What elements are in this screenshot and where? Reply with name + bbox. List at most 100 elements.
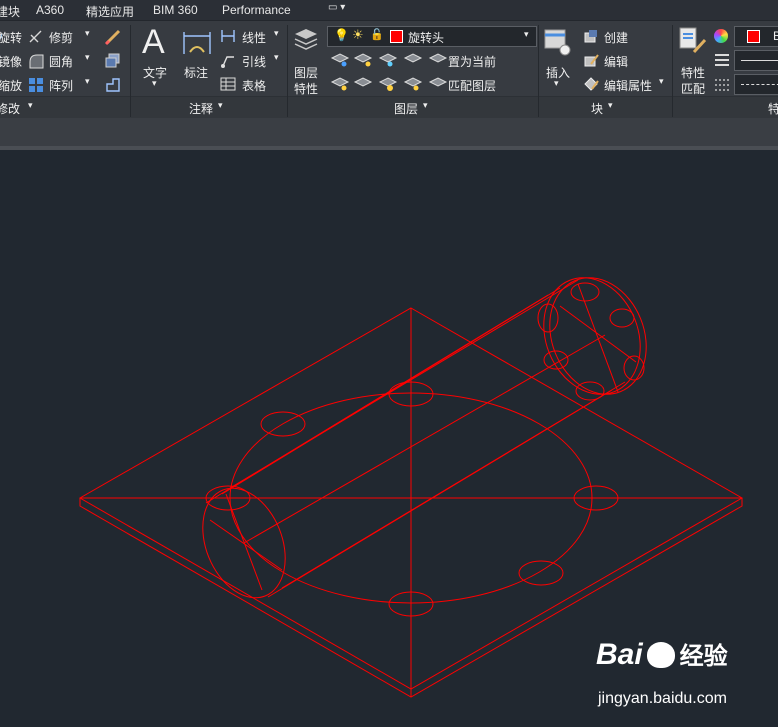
insert-block-icon bbox=[544, 29, 571, 56]
mirror-button[interactable]: 镜像 bbox=[0, 53, 22, 70]
trim-icon bbox=[29, 30, 42, 43]
modify-group-expand-icon[interactable]: ▾ bbox=[28, 100, 33, 111]
tab-performance[interactable]: Performance bbox=[222, 3, 291, 17]
cylinder-back-end bbox=[543, 277, 641, 395]
dimension-icon bbox=[183, 32, 211, 54]
layer-dropdown-arrow-icon[interactable]: ▾ bbox=[524, 29, 529, 40]
linetype-icon bbox=[715, 79, 729, 91]
dimension-button[interactable]: 标注 bbox=[184, 64, 208, 81]
ribbon-menu-toggle-icon[interactable]: ▭ ▾ bbox=[328, 2, 345, 13]
insert-dropdown-icon[interactable]: ▾ bbox=[554, 78, 559, 89]
group-divider bbox=[287, 25, 288, 117]
color-wheel-icon bbox=[714, 29, 728, 43]
end-cross-line bbox=[559, 305, 637, 363]
match-layer-button[interactable]: 匹配图层 bbox=[448, 77, 496, 94]
trim-button[interactable]: 修剪 bbox=[49, 29, 73, 46]
tab-bim360[interactable]: BIM 360 bbox=[153, 3, 198, 17]
watermark-url: jingyan.baidu.com bbox=[598, 690, 727, 707]
rotate-button[interactable]: 旋转 bbox=[0, 29, 22, 46]
notch bbox=[537, 303, 559, 333]
leader-button[interactable]: 引线 bbox=[242, 53, 266, 70]
lightbulb-icon[interactable]: 💡 bbox=[334, 28, 349, 42]
cylinder-edge-line bbox=[267, 389, 613, 598]
layer-properties-label-2: 特性 bbox=[294, 82, 319, 96]
block-group-title[interactable]: 块 bbox=[591, 100, 603, 117]
lineweight-icon bbox=[715, 54, 729, 66]
notch bbox=[570, 282, 600, 302]
hole bbox=[518, 560, 564, 586]
leader-icon bbox=[221, 56, 234, 68]
cylinder-back-end-rim bbox=[549, 277, 647, 395]
block-group-expand-icon[interactable]: ▾ bbox=[608, 100, 613, 111]
leader-dropdown-icon[interactable]: ▾ bbox=[274, 52, 279, 63]
annotation-group-title[interactable]: 注释 bbox=[189, 100, 213, 117]
lineweight-dropdown[interactable] bbox=[734, 50, 778, 71]
layer-properties-icon bbox=[294, 29, 318, 50]
edit-block-button[interactable]: 编辑 bbox=[604, 53, 628, 70]
edit-attributes-icon bbox=[584, 77, 599, 91]
group-divider bbox=[130, 25, 131, 117]
create-block-icon bbox=[584, 30, 597, 43]
end-cross-line bbox=[577, 283, 619, 393]
layer-tool-icons[interactable] bbox=[330, 50, 530, 94]
erase-icon[interactable] bbox=[104, 28, 122, 46]
set-current-layer-button[interactable]: 置为当前 bbox=[448, 53, 496, 70]
text-dropdown-icon[interactable]: ▾ bbox=[152, 78, 157, 89]
match-properties-label-2: 匹配 bbox=[681, 82, 706, 96]
jingyan-brand-text: 经验 bbox=[679, 643, 728, 670]
annotation-group-expand-icon[interactable]: ▾ bbox=[218, 100, 223, 111]
stretch-icon[interactable] bbox=[104, 76, 122, 94]
linetype-dropdown[interactable] bbox=[734, 74, 778, 95]
group-divider bbox=[538, 25, 539, 117]
properties-group-title[interactable]: 特 bbox=[768, 100, 778, 117]
tab-block-edit[interactable]: 建块 bbox=[0, 3, 20, 20]
color-value: B bbox=[773, 29, 778, 43]
linear-dropdown-icon[interactable]: ▾ bbox=[274, 28, 279, 39]
ribbon-group-titles bbox=[0, 96, 778, 118]
layer-dropdown[interactable]: 💡 ☀ 🔓 旋转头 ▾ bbox=[327, 26, 537, 47]
file-tab-bar bbox=[0, 118, 778, 150]
trim-dropdown-icon[interactable]: ▾ bbox=[85, 28, 90, 39]
copy-icon[interactable] bbox=[104, 52, 122, 70]
layers-group-expand-icon[interactable]: ▾ bbox=[423, 100, 428, 111]
baidu-brand-text: Bai bbox=[596, 638, 643, 671]
edit-attributes-button[interactable]: 编辑属性 bbox=[604, 77, 652, 94]
match-properties-icon bbox=[679, 27, 707, 54]
fillet-icon bbox=[29, 54, 44, 69]
ribbon-tab-bar: 建块 A360 精选应用 BIM 360 Performance ▭ ▾ bbox=[0, 0, 778, 21]
sun-icon[interactable]: ☀ bbox=[352, 27, 364, 43]
linear-icon bbox=[221, 30, 235, 42]
current-layer-name: 旋转头 bbox=[408, 31, 445, 45]
layers-group-title[interactable]: 图层 bbox=[394, 100, 418, 117]
color-dropdown[interactable]: B bbox=[734, 26, 778, 47]
group-divider bbox=[672, 25, 673, 117]
edit-block-icon bbox=[584, 54, 599, 67]
scale-button[interactable]: 缩放 bbox=[0, 77, 22, 94]
edit-attributes-dropdown-icon[interactable]: ▾ bbox=[659, 76, 664, 87]
table-icon bbox=[220, 77, 236, 91]
cylinder-edge-line bbox=[229, 279, 579, 489]
create-block-button[interactable]: 创建 bbox=[604, 29, 628, 46]
linear-dimension-button[interactable]: 线性 bbox=[242, 29, 266, 46]
notch bbox=[623, 355, 645, 381]
paw-logo-icon bbox=[647, 642, 676, 668]
fillet-button[interactable]: 圆角 bbox=[49, 53, 73, 70]
cylinder-edge-line bbox=[221, 287, 561, 495]
modify-group-title[interactable]: 修改 bbox=[0, 100, 20, 117]
end-cross-line bbox=[225, 493, 263, 591]
text-icon: A bbox=[142, 23, 165, 61]
layer-color-swatch[interactable] bbox=[390, 30, 403, 43]
table-button[interactable]: 表格 bbox=[242, 77, 266, 94]
fillet-dropdown-icon[interactable]: ▾ bbox=[85, 52, 90, 63]
tab-featured-apps[interactable]: 精选应用 bbox=[86, 3, 134, 20]
layer-properties-button[interactable]: 图层 bbox=[294, 64, 318, 81]
tab-a360[interactable]: A360 bbox=[36, 3, 64, 17]
baidu-watermark: Bai 经验 bbox=[596, 636, 728, 672]
notch bbox=[609, 308, 635, 328]
match-properties-button[interactable]: 特性 bbox=[681, 64, 705, 81]
lock-icon[interactable]: 🔓 bbox=[370, 28, 384, 41]
array-icon bbox=[29, 78, 43, 92]
array-button[interactable]: 阵列 bbox=[49, 77, 73, 94]
color-swatch bbox=[747, 30, 760, 43]
array-dropdown-icon[interactable]: ▾ bbox=[85, 76, 90, 87]
